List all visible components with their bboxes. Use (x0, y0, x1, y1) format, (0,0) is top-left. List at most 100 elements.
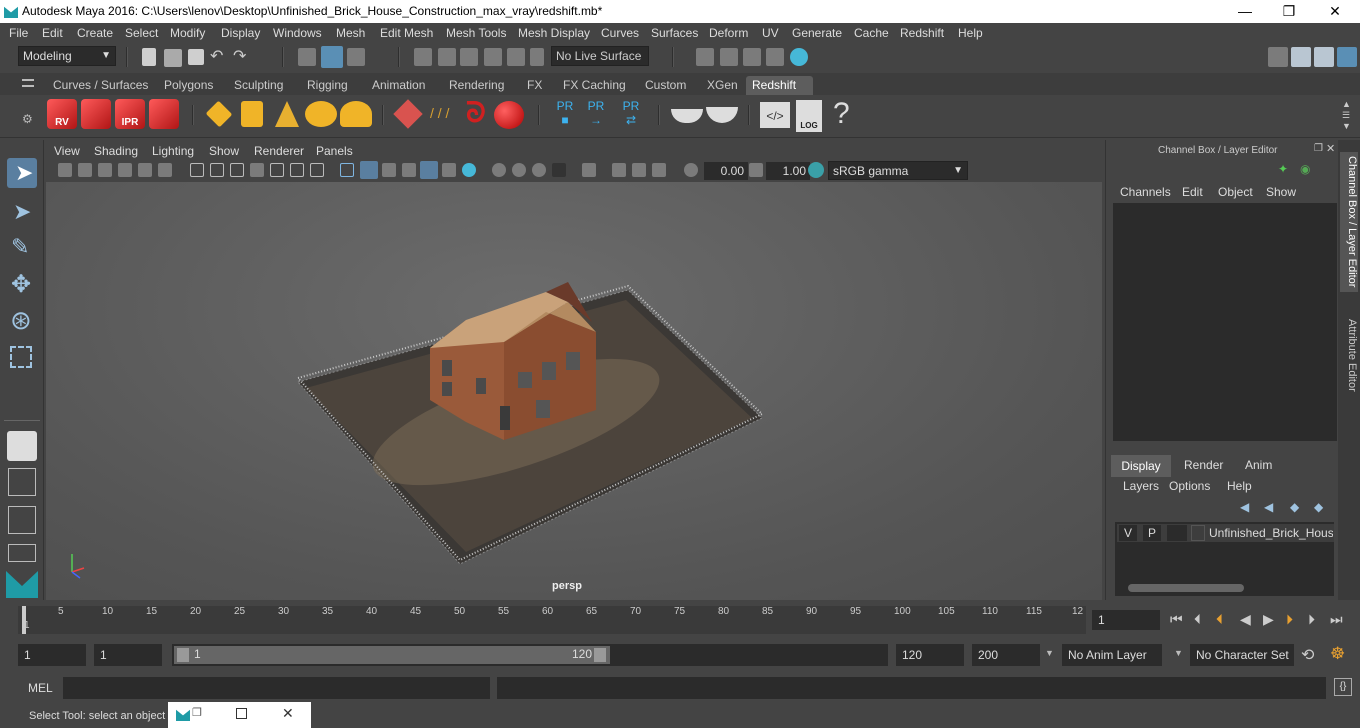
redshift-render-view-icon[interactable]: RV (47, 99, 77, 129)
viewport-menu-show[interactable]: Show (209, 144, 239, 158)
layer-tab-anim[interactable]: Anim (1245, 458, 1272, 472)
camera-attributes-icon[interactable] (78, 163, 92, 177)
render-view-icon[interactable] (696, 48, 714, 66)
redshift-settings-icon[interactable] (149, 99, 179, 129)
color-management-icon[interactable] (808, 162, 824, 178)
end-time-field[interactable]: 200 (972, 644, 1040, 666)
rotate-tool-icon[interactable]: ⊛ (7, 305, 37, 337)
select-hierarchy-icon[interactable] (298, 48, 316, 66)
viewport-menu-panels[interactable]: Panels (316, 144, 353, 158)
layer-display-type-toggle[interactable] (1167, 525, 1187, 541)
open-scene-icon[interactable] (164, 49, 182, 67)
character-set-field[interactable]: No Character Set (1190, 644, 1294, 666)
new-scene-icon[interactable] (142, 48, 156, 66)
step-back-key-icon[interactable]: ⏴ (1216, 611, 1223, 628)
render-settings-icon[interactable] (766, 48, 784, 66)
motion-blur-icon[interactable] (492, 163, 506, 177)
maximize-window-icon[interactable] (236, 708, 247, 719)
play-forwards-icon[interactable]: ▶ (1263, 611, 1274, 628)
viewport-3d[interactable]: persp (46, 182, 1102, 600)
field-chart-icon[interactable] (270, 163, 284, 177)
tab-xgen[interactable]: XGen (701, 76, 744, 95)
layers-menu-help[interactable]: Help (1227, 479, 1252, 493)
color-space-dropdown[interactable]: sRGB gamma ▼ (828, 161, 968, 180)
channels-menu-show[interactable]: Show (1266, 185, 1296, 199)
axis-toggle-icon[interactable]: ✦ (1278, 162, 1288, 176)
undo-icon[interactable]: ↶ (210, 46, 223, 66)
shadows-icon[interactable] (442, 163, 456, 177)
tab-animation[interactable]: Animation (366, 76, 431, 95)
menu-set-dropdown[interactable]: Modeling ▼ (18, 46, 116, 66)
layer-name[interactable]: Unfinished_Brick_House (1209, 526, 1333, 540)
new-layer-icon[interactable]: ◆ (1290, 500, 1299, 514)
channels-menu-object[interactable]: Object (1218, 185, 1253, 199)
redshift-curve-icon[interactable]: ᘐ (466, 97, 486, 130)
playback-end-field[interactable]: 120 (896, 644, 964, 666)
go-to-start-icon[interactable]: ⏮ (1170, 611, 1183, 628)
menu-display[interactable]: Display (221, 26, 260, 40)
render-frame-icon[interactable] (720, 48, 738, 66)
float-panel-icon[interactable]: ❐ (1314, 143, 1323, 154)
wireframe-icon[interactable] (340, 163, 354, 177)
redshift-ipr-icon[interactable]: IPR (115, 99, 145, 129)
step-forward-key-icon[interactable]: ⏵ (1286, 611, 1293, 628)
gamma-field[interactable]: 1.00 (766, 162, 810, 180)
four-view-layout-icon[interactable] (8, 468, 36, 496)
close-button[interactable]: ✕ (1312, 0, 1358, 23)
layers-menu-layers[interactable]: Layers (1123, 479, 1159, 493)
menu-modify[interactable]: Modify (170, 26, 205, 40)
select-object-icon[interactable] (321, 46, 343, 68)
shelf-settings-icon[interactable]: ⚙ (22, 112, 33, 126)
safe-title-icon[interactable] (310, 163, 324, 177)
menu-generate[interactable]: Generate (792, 26, 842, 40)
menu-edit-mesh[interactable]: Edit Mesh (380, 26, 433, 40)
tab-sculpting[interactable]: Sculpting (228, 76, 289, 95)
viewport-menu-shading[interactable]: Shading (94, 144, 138, 158)
side-tab-attribute-editor[interactable]: Attribute Editor (1340, 310, 1358, 400)
two-d-pan-zoom-icon[interactable] (138, 163, 152, 177)
paint-select-tool-icon[interactable]: ✎ (7, 232, 37, 262)
depth-of-field-icon[interactable] (532, 163, 546, 177)
two-view-layout-icon[interactable] (8, 506, 36, 534)
anim-layer-field[interactable]: No Anim Layer (1062, 644, 1162, 666)
xray-components-icon[interactable] (632, 163, 646, 177)
auto-key-icon[interactable]: ⟲ (1301, 645, 1314, 665)
menu-cache[interactable]: Cache (854, 26, 889, 40)
bookmark-icon[interactable] (98, 163, 112, 177)
exposure-field[interactable]: 0.00 (704, 162, 748, 180)
channels-menu-channels[interactable]: Channels (1120, 185, 1171, 199)
redshift-script-icon[interactable]: </> (760, 102, 790, 128)
go-to-end-icon[interactable]: ⏭ (1330, 611, 1343, 628)
ipr-render-icon[interactable] (743, 48, 761, 66)
tab-curves-surfaces[interactable]: Curves / Surfaces (47, 76, 154, 95)
animation-preferences-icon[interactable]: ☸ (1330, 644, 1345, 664)
safe-action-icon[interactable] (290, 163, 304, 177)
redshift-light-cone-icon[interactable] (275, 101, 299, 127)
redshift-volume-icon[interactable] (241, 101, 263, 127)
tab-polygons[interactable]: Polygons (158, 76, 219, 95)
live-surface-field[interactable]: No Live Surface (551, 46, 649, 66)
step-back-frame-icon[interactable]: ⏴ (1194, 611, 1201, 628)
script-editor-icon[interactable]: {} (1334, 678, 1352, 696)
restore-window-icon[interactable]: ❐ (192, 706, 202, 719)
layer-playback-toggle[interactable]: P (1143, 525, 1161, 541)
smooth-shade-icon[interactable] (360, 161, 378, 179)
play-backwards-icon[interactable]: ◀ (1240, 611, 1251, 628)
move-tool-icon[interactable]: ✥ (7, 270, 37, 300)
minimize-button[interactable]: — (1222, 0, 1268, 23)
menu-curves[interactable]: Curves (601, 26, 639, 40)
modeling-toolkit-icon[interactable] (1268, 47, 1288, 67)
tab-fx-caching[interactable]: FX Caching (557, 76, 632, 95)
shelf-menu-icon[interactable] (22, 79, 34, 87)
exposure-icon[interactable] (684, 163, 698, 177)
image-plane-icon[interactable] (118, 163, 132, 177)
viewport-menu-view[interactable]: View (54, 144, 80, 158)
menu-mesh-tools[interactable]: Mesh Tools (446, 26, 506, 40)
menu-create[interactable]: Create (77, 26, 113, 40)
viewport-menu-lighting[interactable]: Lighting (152, 144, 194, 158)
textured-icon[interactable] (402, 163, 416, 177)
redshift-dome-light-icon[interactable] (305, 101, 337, 127)
redshift-sun-sky-icon[interactable] (340, 101, 372, 127)
channel-box-toggle-icon[interactable] (1337, 47, 1357, 67)
resolution-gate-icon[interactable] (230, 163, 244, 177)
